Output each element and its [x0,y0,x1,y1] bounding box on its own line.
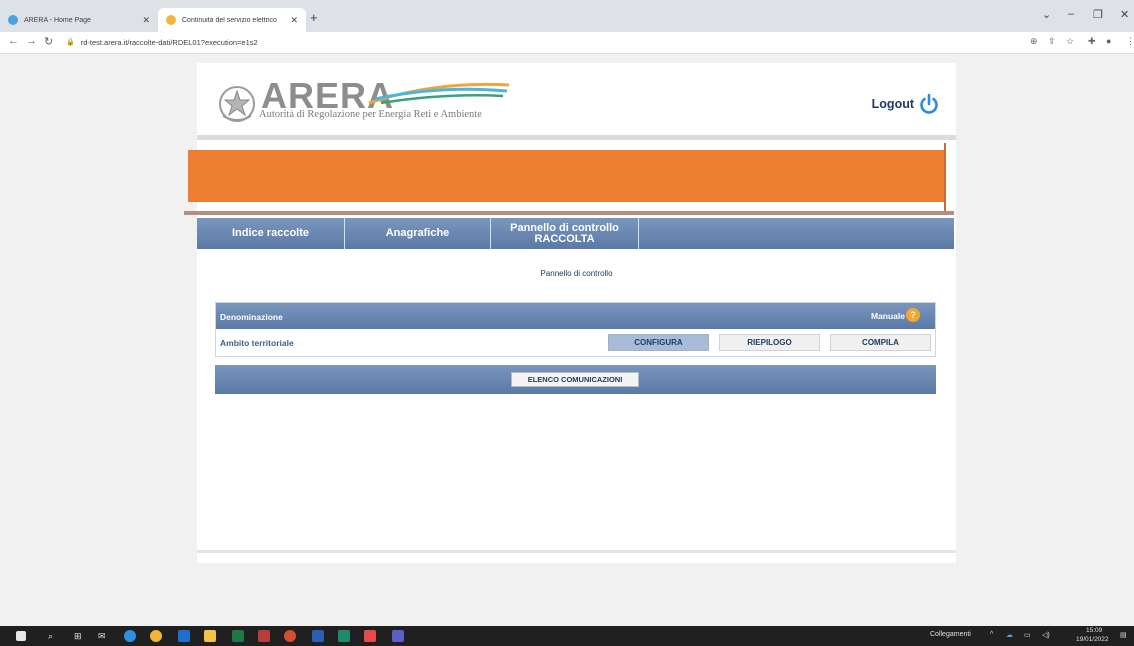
close-tab-icon[interactable]: ✕ [142,15,150,26]
mail-icon[interactable]: ✉ [98,631,106,642]
word-icon[interactable] [312,630,324,642]
compila-button[interactable]: COMPILA [830,334,931,351]
orange-banner [188,150,945,202]
start-icon[interactable] [16,631,26,641]
tab-search-icon[interactable]: ⌄ [1042,8,1051,21]
excel-icon[interactable] [232,630,244,642]
publisher-icon[interactable] [338,630,350,642]
tray-chevron-icon[interactable]: ^ [990,631,993,638]
communications-bar: ELENCO COMUNICAZIONI [215,365,936,394]
restore-icon[interactable]: ❐ [1093,8,1103,21]
lock-icon: 🔒 [66,39,75,46]
nav-indice-raccolte[interactable]: Indice raccolte [197,218,345,249]
share-icon[interactable]: ⇪ [1048,36,1056,47]
republic-emblem-icon [219,86,255,122]
footer-divider [197,550,956,553]
clock-time[interactable]: 15:09 [1086,627,1102,634]
browser-toolbar: ← → ↻ 🔒 rd-test.arera.it/raccolte-dati/R… [0,32,1134,54]
address-bar[interactable]: 🔒 rd-test.arera.it/raccolte-dati/RDEL01?… [66,35,258,49]
new-tab-icon[interactable]: + [310,10,318,25]
site-header: ARERA Autorità di Regolazione per Energi… [197,63,956,135]
banner-edge [944,143,946,213]
table-header: Denominazione Manuale ? [216,303,935,329]
edge-icon[interactable] [124,630,136,642]
row-ambito-territoriale: Ambito territoriale [220,338,294,348]
volume-icon[interactable]: ◁) [1042,631,1050,639]
outlook-icon[interactable] [178,630,190,642]
nav-anagrafiche[interactable]: Anagrafiche [345,218,491,249]
access-icon[interactable] [258,630,270,642]
clock-date[interactable]: 19/01/2022 [1076,636,1109,643]
logo-waves-icon [368,82,510,105]
help-icon[interactable]: ? [906,308,920,322]
nav-pannello-controllo[interactable]: Pannello di controllo RACCOLTA [491,218,639,249]
banner-shadow [184,211,954,215]
reload-icon[interactable]: ↻ [44,35,53,48]
calendar-icon[interactable] [364,630,376,642]
favicon-icon [166,15,176,25]
tab-title: ARERA - Home Page [24,16,91,24]
tab-arera-home[interactable]: ARERA - Home Page ✕ [0,8,158,32]
windows-taskbar: ⌕ ⊞ ✉ Collegamenti ^ ☁ ▭ ◁) 15:09 19/01/… [0,626,1134,646]
teams-icon[interactable] [392,630,404,642]
extensions-icon[interactable]: ✚ [1088,36,1096,47]
back-icon[interactable]: ← [8,35,19,47]
search-icon[interactable]: ⌕ [48,631,53,642]
minimize-icon[interactable]: – [1068,8,1074,20]
notifications-icon[interactable]: ▤ [1120,631,1127,639]
tab-continuita[interactable]: Continuità del servizio elettrico ✕ [158,8,306,32]
riepilogo-button[interactable]: RIEPILOGO [719,334,820,351]
profile-icon[interactable]: ● [1106,36,1111,46]
page-viewport: ARERA Autorità di Regolazione per Energi… [0,55,1134,626]
column-denominazione: Denominazione [220,312,283,322]
page-title: Pannello di controllo [540,269,613,278]
logout-button[interactable]: Logout [872,93,940,115]
arera-favicon-icon [8,15,18,25]
url-text: rd-test.arera.it/raccolte-dati/RDEL01?ex… [80,37,258,47]
onedrive-icon[interactable]: ☁ [1006,631,1013,639]
bookmark-star-icon[interactable]: ☆ [1066,36,1074,47]
page-container: ARERA Autorità di Regolazione per Energi… [184,63,956,563]
file-explorer-icon[interactable] [204,630,216,642]
powerpoint-icon[interactable] [284,630,296,642]
collections-table: Denominazione Manuale ? Ambito territori… [215,302,936,357]
header-divider [197,135,956,140]
network-icon[interactable]: ▭ [1024,631,1031,639]
chrome-icon[interactable] [150,630,162,642]
logout-label: Logout [871,97,914,111]
close-tab-icon[interactable]: ✕ [290,15,298,26]
task-view-icon[interactable]: ⊞ [74,631,82,642]
configura-button[interactable]: CONFIGURA [608,334,709,351]
links-toolbar[interactable]: Collegamenti [930,631,971,638]
forward-icon[interactable]: → [26,35,37,47]
zoom-icon[interactable]: ⊕ [1030,36,1038,47]
browser-tab-strip: ARERA - Home Page ✕ Continuità del servi… [0,0,1134,32]
manual-link[interactable]: Manuale [871,311,905,321]
logo-subtitle: Autorità di Regolazione per Energia Reti… [259,109,482,120]
main-navigation: Indice raccolte Anagrafiche Pannello di … [197,218,954,249]
power-icon [920,93,938,114]
close-window-icon[interactable]: ✕ [1120,8,1129,21]
elenco-comunicazioni-button[interactable]: ELENCO COMUNICAZIONI [511,372,639,387]
menu-icon[interactable]: ⋮ [1126,36,1134,47]
tab-title: Continuità del servizio elettrico [182,16,277,24]
